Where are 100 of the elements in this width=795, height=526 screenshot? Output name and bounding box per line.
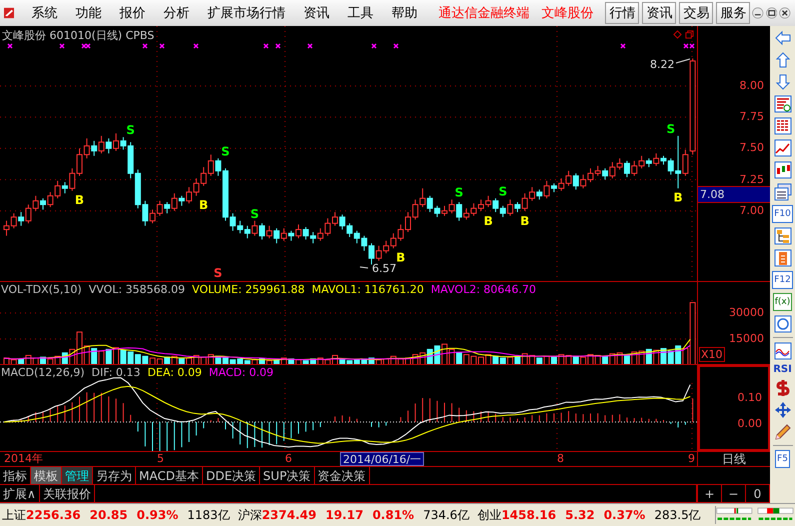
dollar-icon[interactable] <box>774 379 792 397</box>
signal-marker: B <box>484 214 493 228</box>
candlestick <box>572 172 579 190</box>
indicator-legend: VOLUME: 259961.88 <box>192 283 305 296</box>
arrow-down-icon[interactable] <box>774 73 792 91</box>
circle-icon[interactable] <box>774 315 792 333</box>
function-key-button[interactable]: F12 <box>772 271 793 289</box>
indicator-button[interactable]: RSI <box>773 364 792 375</box>
candlestick <box>252 220 258 236</box>
volume-tick-label: 15000 <box>729 332 764 345</box>
formula-button[interactable]: f(x) <box>772 293 792 311</box>
candlestick-icon[interactable] <box>774 161 792 179</box>
leader-line <box>360 266 368 268</box>
pencil-icon[interactable] <box>774 423 792 441</box>
index-value: 1458.16 <box>501 508 556 522</box>
report-icon[interactable] <box>774 95 792 113</box>
indicator-legend: MAVOL1: 116761.20 <box>312 283 424 296</box>
leader-line <box>676 58 690 64</box>
line-chart-icon[interactable] <box>774 139 792 157</box>
function-key-button[interactable]: F10 <box>772 205 793 223</box>
indicator-legend: DIF: 0.13 <box>92 366 140 379</box>
candlestick <box>624 160 630 178</box>
index-percent: 0.37% <box>604 508 646 522</box>
table-icon[interactable] <box>774 117 792 135</box>
index-change: 5.32 <box>565 508 595 522</box>
indicator-legend: VOL-TDX(5,10) <box>1 283 82 296</box>
signal-marker: B <box>674 190 683 204</box>
index-name: 上证 <box>2 506 26 524</box>
menu-item[interactable]: 报价 <box>110 4 154 22</box>
candlestick <box>62 182 68 194</box>
index-change: 19.17 <box>325 508 364 522</box>
nav-button[interactable]: 行情 <box>605 2 640 24</box>
date-label: 2014年 <box>4 452 43 466</box>
candlestick <box>507 199 514 216</box>
indicator-legend: DEA: 0.09 <box>147 366 202 379</box>
index-amount: 283.5亿 <box>654 506 701 524</box>
date-label: 8 <box>557 452 564 466</box>
signal-marker: B <box>396 250 406 264</box>
menu-item[interactable]: 扩展市场行情 <box>198 4 294 22</box>
candlestick <box>280 228 287 242</box>
arrow-left-icon[interactable] <box>774 29 792 47</box>
wave-chart-icon[interactable] <box>774 342 792 360</box>
signal-marker: S <box>498 184 508 198</box>
index-name: 沪深 <box>238 506 262 524</box>
volume-scale-label: X10 <box>699 347 725 362</box>
settings-diamond-icon[interactable] <box>673 30 682 39</box>
template-tab[interactable]: 模板 <box>31 467 62 484</box>
index-value: 2374.49 <box>262 508 316 522</box>
period-label[interactable]: 日线 <box>698 452 770 466</box>
signal-marker: S <box>214 266 222 280</box>
price-tick-label: 8.00 <box>740 78 764 92</box>
app-title: 通达信金融终端 <box>438 5 530 22</box>
signal-marker: S <box>126 123 135 138</box>
index-percent: 0.81% <box>372 508 414 522</box>
nav-button[interactable]: 资讯 <box>642 2 676 24</box>
index-amount: 1183亿 <box>187 506 230 524</box>
clipboard-icon[interactable] <box>774 249 792 267</box>
candlestick <box>514 202 520 213</box>
panel-tab[interactable]: 扩展∧ <box>0 485 40 502</box>
candlestick <box>602 168 608 180</box>
signal-marker: S <box>221 144 230 158</box>
price-tick-label: 7.25 <box>740 172 764 186</box>
macd-tick-label: 0.00 <box>738 417 762 430</box>
template-tab[interactable]: 管理 <box>62 467 93 484</box>
move-arrows-icon[interactable] <box>774 401 792 419</box>
menu-item[interactable]: 工具 <box>338 4 382 22</box>
nav-button[interactable]: 交易 <box>679 2 714 24</box>
menu-item[interactable]: 资讯 <box>294 4 338 22</box>
menu-item[interactable]: 系统 <box>22 4 66 22</box>
candlestick <box>536 189 542 200</box>
index-name: 创业 <box>477 506 502 524</box>
volume-tick-label: 30000 <box>729 306 764 319</box>
candlestick <box>91 140 98 156</box>
windows-icon[interactable] <box>774 183 792 201</box>
function-key-button[interactable]: F5 <box>775 450 790 468</box>
app-logo-icon <box>4 5 14 21</box>
nav-button[interactable]: 服务 <box>716 2 750 24</box>
indicator-legend: MACD: 0.09 <box>208 366 274 379</box>
signal-marker: B <box>74 192 84 207</box>
index-percent: 0.93% <box>136 508 178 522</box>
signal-marker: S <box>454 186 464 200</box>
candlestick <box>178 195 185 206</box>
candlestick <box>164 202 170 214</box>
menu-item[interactable]: 分析 <box>154 4 198 22</box>
tree-icon[interactable] <box>774 227 792 245</box>
candlestick <box>266 225 272 239</box>
price-tick-label: 7.50 <box>740 141 764 154</box>
stock-name: 文峰股份 <box>541 5 594 22</box>
indicator-legend: VVOL: 358568.09 <box>88 283 186 296</box>
candlestick <box>113 132 119 152</box>
template-tab[interactable]: 指标 <box>0 467 31 484</box>
arrow-up-icon[interactable] <box>774 51 792 69</box>
signal-marker: B <box>199 198 208 212</box>
menu-item[interactable]: 帮助 <box>382 4 426 22</box>
indicator-legend: MAVOL2: 80646.70 <box>430 283 536 296</box>
candlestick <box>296 224 302 239</box>
candlestick <box>259 222 265 240</box>
low-price-label: 6.57 <box>372 262 396 275</box>
candlestick <box>106 138 112 154</box>
menu-item[interactable]: 功能 <box>66 4 110 22</box>
